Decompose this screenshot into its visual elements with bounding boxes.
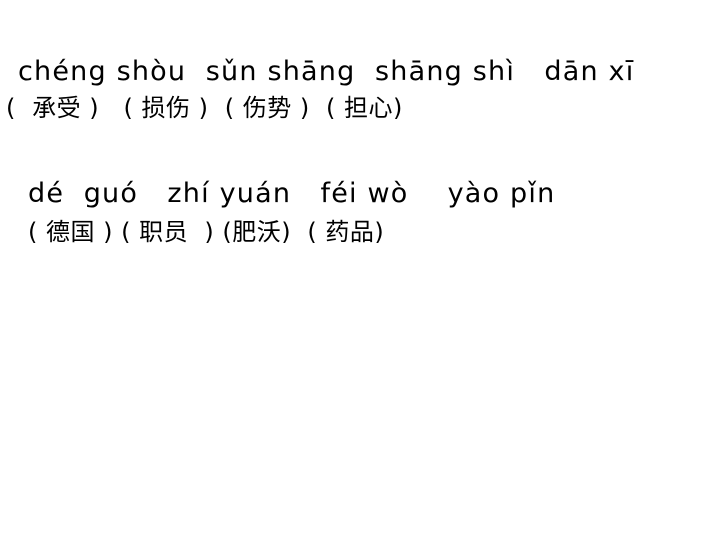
pinyin-row-1: chéng shòu sǔn shāng shāng shì dān xī: [18, 56, 635, 87]
pinyin-row-2: dé guó zhí yuán féi wò yào pǐn: [28, 178, 556, 209]
hanzi-row-1: ( 承受 ) ( 损伤 ) ( 伤势 ) ( 担心): [6, 94, 403, 122]
hanzi-row-2: ( 德国 ) ( 职员 ) (肥沃) ( 药品): [28, 218, 385, 246]
